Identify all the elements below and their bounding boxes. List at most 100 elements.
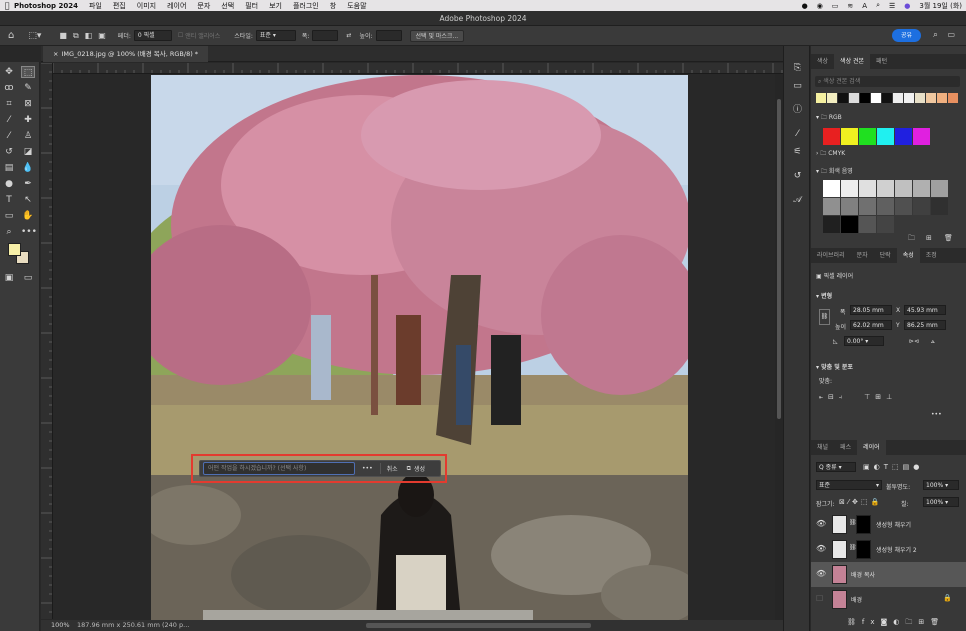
color-swatch[interactable] (871, 93, 881, 103)
color-swatch[interactable] (841, 128, 858, 145)
subtract-selection-icon[interactable]: ◧ (85, 31, 93, 40)
color-swatch[interactable] (913, 128, 930, 145)
lock-transparent-icon[interactable]: ⊠ (839, 498, 848, 506)
menu-view[interactable]: 보기 (269, 1, 282, 11)
menu-help[interactable]: 도움말 (347, 1, 366, 11)
tab-character[interactable]: 문자 (851, 248, 874, 263)
creative-cloud-icon[interactable]: ● (802, 2, 808, 10)
link-icon[interactable]: ⛓ (819, 309, 830, 325)
adjustments-icon[interactable]: ⚟ (791, 146, 804, 159)
width-field[interactable]: 28.05 mm (850, 305, 892, 315)
history-icon[interactable]: ↺ (791, 170, 804, 183)
eyedropper-tool-icon[interactable]: ⁄ (2, 114, 16, 126)
width-input[interactable] (312, 30, 339, 41)
swap-icon[interactable]: ⇄ (346, 32, 351, 39)
lock-all-icon[interactable]: 🔒 (871, 498, 883, 506)
color-swatch[interactable] (913, 198, 930, 215)
layer-row[interactable]: 👁 ⛓ 생성형 채우기 (811, 512, 966, 537)
home-icon[interactable]: ⌂ (8, 30, 14, 41)
filter-toggle-icon[interactable]: ● (913, 463, 923, 471)
menu-plugins[interactable]: 플러그인 (293, 1, 319, 11)
align-right-icon[interactable]: ⫞ (839, 393, 847, 401)
layer-mask-thumbnail[interactable] (856, 515, 871, 534)
close-icon[interactable]: × (53, 50, 58, 58)
comments-icon[interactable]: ▭ (791, 80, 804, 93)
hand-tool-icon[interactable]: ✋ (21, 210, 35, 222)
lock-icon[interactable]: 🔒 (943, 594, 952, 602)
x-field[interactable]: 45.93 mm (904, 305, 946, 315)
blur-tool-icon[interactable]: 💧 (21, 162, 35, 174)
color-swatch[interactable] (859, 180, 876, 197)
adjustment-filter-icon[interactable]: ◐ (874, 463, 884, 471)
generative-prompt-input[interactable]: 어떤 작업을 하시겠습니까? (선택 사항) (203, 462, 355, 475)
document-info[interactable]: 187.96 mm x 250.61 mm (240 p... (77, 620, 189, 631)
feather-input[interactable]: 0 픽셀 (133, 30, 172, 41)
tab-channels[interactable]: 채널 (811, 440, 834, 455)
color-swatch[interactable] (931, 198, 948, 215)
tab-adjustments[interactable]: 조정 (920, 248, 943, 263)
color-swatch[interactable] (926, 93, 936, 103)
adjustment-layer-icon[interactable]: ◐ (893, 618, 905, 626)
color-swatch[interactable] (915, 93, 925, 103)
marquee-tool-icon[interactable]: ⬚ (21, 66, 35, 78)
swatch-group-rgb[interactable]: ▾ 🗀 RGB (816, 113, 842, 123)
align-bottom-icon[interactable]: ⊥ (886, 393, 897, 401)
tab-swatches[interactable]: 색상 견본 (834, 54, 871, 69)
color-swatch[interactable] (904, 93, 914, 103)
history-brush-tool-icon[interactable]: ↺ (2, 146, 16, 158)
visibility-eye-icon[interactable]: 👁 (816, 519, 826, 528)
lasso-tool-icon[interactable]: ꝏ (2, 82, 16, 94)
stamp-tool-icon[interactable]: ♙ (21, 130, 35, 142)
path-select-tool-icon[interactable]: ↖ (21, 194, 35, 206)
clock-date[interactable]: 3월 19일 (화) (919, 1, 962, 11)
select-and-mask-button[interactable]: 선택 및 마스크... (409, 29, 465, 42)
color-swatch[interactable] (841, 180, 858, 197)
status-icon[interactable]: ◉ (817, 2, 823, 10)
type-filter-icon[interactable]: T (884, 463, 892, 471)
add-selection-icon[interactable]: ⧉ (73, 31, 79, 41)
control-center-icon[interactable]: ☰ (889, 2, 895, 10)
menu-type[interactable]: 문자 (197, 1, 210, 11)
tab-color[interactable]: 색상 (811, 54, 834, 69)
align-top-icon[interactable]: ⊤ (864, 393, 875, 401)
menu-edit[interactable]: 편집 (113, 1, 126, 11)
layer-filter-select[interactable]: Q 종류 ▾ (816, 462, 856, 472)
fx-icon[interactable]: fx (862, 618, 881, 626)
color-swatch[interactable] (893, 93, 903, 103)
align-middle-icon[interactable]: ⊞ (875, 393, 886, 401)
layer-mask-thumbnail[interactable] (856, 540, 871, 559)
rectangle-tool-icon[interactable]: ▭ (2, 210, 16, 222)
info-icon[interactable]: ⓘ (791, 104, 804, 117)
menu-window[interactable]: 창 (330, 1, 336, 11)
antialias-checkbox[interactable]: ☐ (178, 32, 183, 39)
color-swatch[interactable] (948, 93, 958, 103)
input-source-icon[interactable]: A (862, 2, 867, 10)
gradient-tool-icon[interactable]: ▤ (2, 162, 16, 174)
color-swatch[interactable] (823, 128, 840, 145)
siri-icon[interactable]: ● (904, 2, 910, 10)
battery-icon[interactable]: ▭ (832, 2, 839, 10)
apple-menu-icon[interactable]:  (0, 1, 14, 10)
menu-layer[interactable]: 레이어 (167, 1, 186, 11)
pen-tool-icon[interactable]: ✒ (21, 178, 35, 190)
color-swatch[interactable] (859, 128, 876, 145)
shape-filter-icon[interactable]: ⬚ (892, 463, 903, 471)
search-icon[interactable]: ⌕ (876, 1, 880, 10)
vertical-scrollbar[interactable] (775, 74, 783, 620)
height-field[interactable]: 62.02 mm (850, 320, 892, 330)
fill-field[interactable]: 100% ▾ (923, 497, 959, 507)
healing-tool-icon[interactable]: ✚ (21, 114, 35, 126)
brush-settings-icon[interactable]: ⁄ (791, 128, 804, 141)
foreground-color-swatch[interactable] (8, 243, 21, 256)
delete-swatch-icon[interactable]: 🗑 (944, 234, 953, 242)
swatch-group-grayscale[interactable]: ▾ 🗀 회색 음영 (816, 166, 853, 177)
visibility-eye-icon[interactable]: ☐ (816, 594, 823, 603)
color-swatch[interactable] (877, 198, 894, 215)
color-swatch[interactable] (877, 180, 894, 197)
zoom-tool-icon[interactable]: ⌕ (2, 226, 16, 238)
visibility-eye-icon[interactable]: 👁 (816, 544, 826, 553)
new-selection-icon[interactable]: ■ (59, 31, 67, 40)
smart-filter-icon[interactable]: ▤ (903, 463, 914, 471)
move-tool-icon[interactable]: ✥ (2, 66, 16, 78)
tab-libraries[interactable]: 라이브러리 (811, 248, 851, 263)
